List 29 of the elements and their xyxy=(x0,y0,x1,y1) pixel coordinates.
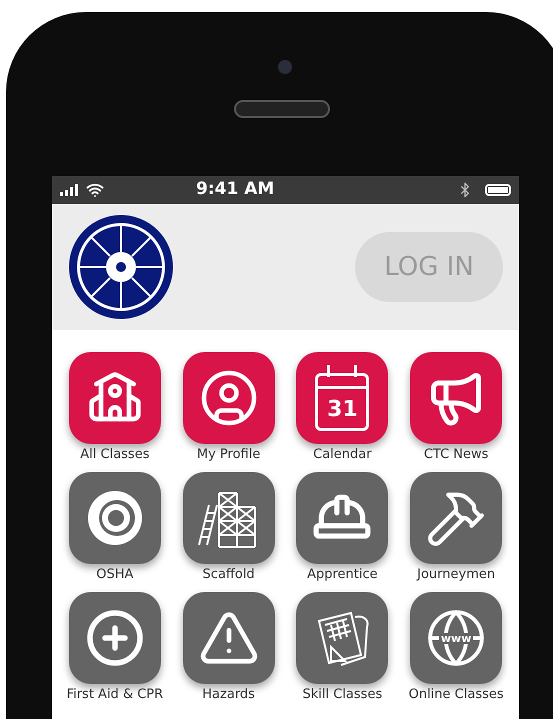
app-tile[interactable] xyxy=(296,592,388,684)
tile-label: First Aid & CPR xyxy=(66,688,164,704)
app-tile[interactable] xyxy=(410,352,502,444)
tile-label: Scaffold xyxy=(202,568,255,584)
concentric-rings-icon xyxy=(86,489,144,547)
app-tile[interactable] xyxy=(68,592,161,684)
app-tile[interactable] xyxy=(182,352,275,444)
tile-label: Calendar xyxy=(313,448,372,464)
wifi-icon xyxy=(86,181,104,199)
tile-label: Hazards xyxy=(202,688,255,704)
battery-icon xyxy=(485,184,511,196)
tile-label: All Classes xyxy=(80,448,150,464)
tile-label: OSHA xyxy=(96,568,134,584)
app-tile[interactable] xyxy=(182,472,275,564)
app-tile[interactable] xyxy=(182,592,275,684)
status-time: 9:41 AM xyxy=(196,178,274,202)
tile-label: CTC News xyxy=(424,448,488,464)
tile-label: Skill Classes xyxy=(302,688,382,704)
tile-label: Online Classes xyxy=(408,688,504,704)
tile-label: Journeymen xyxy=(417,568,496,584)
app-tile[interactable] xyxy=(68,352,161,444)
app-tile[interactable] xyxy=(68,472,161,564)
app-tile[interactable]: www xyxy=(410,592,502,684)
tile-label: Apprentice xyxy=(307,568,378,584)
app-tile[interactable]: 31 xyxy=(296,352,388,444)
app-tile[interactable] xyxy=(296,472,388,564)
tile-label: My Profile xyxy=(196,448,260,464)
plus-circle-icon xyxy=(84,608,145,668)
app-tile[interactable] xyxy=(410,472,502,564)
